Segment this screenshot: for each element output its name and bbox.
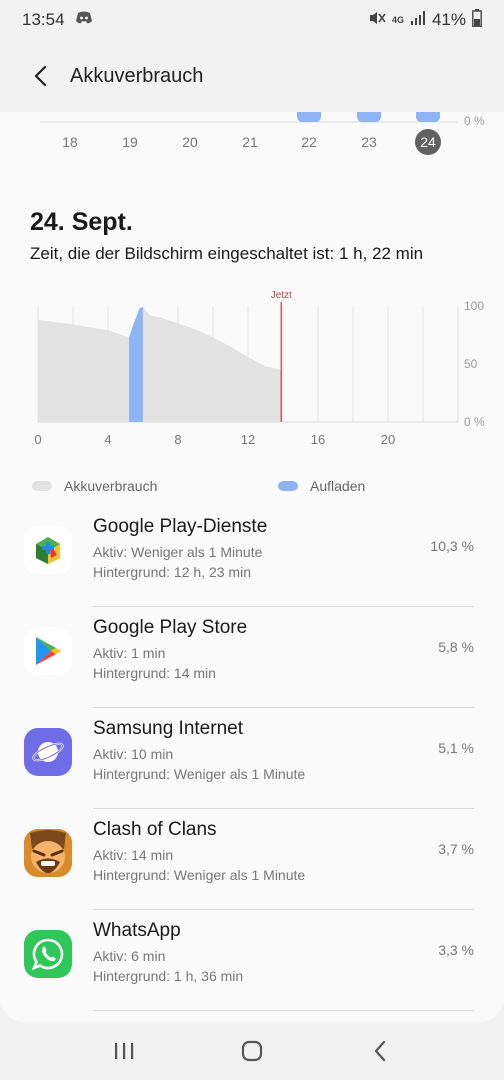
- app-active-time: Aktiv: Weniger als 1 Minute: [93, 544, 263, 560]
- app-row-google-play-store[interactable]: Google Play Store Aktiv: 1 min Hintergru…: [0, 607, 504, 708]
- x-tick-label: 0: [34, 432, 41, 447]
- home-icon: [241, 1040, 263, 1062]
- battery-percent: 41%: [431, 10, 466, 29]
- app-background-time: Hintergrund: 1 h, 36 min: [93, 968, 244, 984]
- back-nav-icon: [374, 1040, 386, 1062]
- day-title: 24. Sept.: [30, 208, 133, 236]
- app-row-clash-of-clans[interactable]: Clash of Clans Aktiv: 14 min Hintergrund…: [0, 809, 504, 910]
- app-active-time: Aktiv: 6 min: [93, 948, 166, 964]
- app-name: Samsung Internet: [93, 718, 243, 739]
- now-marker-label: Jetzt: [271, 290, 292, 301]
- legend-item-charging: Aufladen: [278, 478, 365, 494]
- back-button[interactable]: [28, 64, 52, 88]
- y-tick-label: 0 %: [464, 415, 485, 429]
- app-header: Akkuverbrauch: [0, 40, 504, 112]
- legend-label-charging: Aufladen: [310, 478, 366, 494]
- week-day-22[interactable]: 22: [294, 134, 324, 150]
- samsung-internet-icon: [24, 728, 72, 776]
- x-tick-label: 16: [311, 432, 325, 447]
- week-day-23[interactable]: 23: [354, 134, 384, 150]
- recent-apps-icon: [115, 1043, 134, 1059]
- app-active-time: Aktiv: 1 min: [93, 645, 166, 661]
- battery-usage-area: [38, 307, 282, 422]
- recent-apps-button[interactable]: [99, 1026, 149, 1076]
- app-name: Google Play-Dienste: [93, 516, 268, 537]
- battery-icon: [472, 8, 482, 32]
- chart-legend: Akkuverbrauch Aufladen: [0, 478, 504, 498]
- app-name: WhatsApp: [93, 920, 181, 941]
- app-background-time: Hintergrund: Weniger als 1 Minute: [93, 867, 306, 883]
- app-background-time: Hintergrund: Weniger als 1 Minute: [93, 766, 306, 782]
- page-title: Akkuverbrauch: [70, 64, 204, 87]
- back-nav-button[interactable]: [355, 1026, 405, 1076]
- week-day-20[interactable]: 20: [175, 134, 205, 150]
- week-day-19[interactable]: 19: [115, 134, 145, 150]
- network-type-icon: 4G: [391, 14, 404, 25]
- system-navigation-bar: [0, 1022, 504, 1080]
- app-background-time: Hintergrund: 12 h, 23 min: [93, 564, 251, 580]
- app-background-time: Hintergrund: 14 min: [93, 665, 216, 681]
- signal-icon: [410, 10, 426, 31]
- y-tick-label: 100: [464, 299, 484, 313]
- week-day-24-selected[interactable]: 24: [413, 134, 443, 150]
- legend-swatch-usage: [32, 481, 52, 491]
- x-tick-label: 4: [104, 432, 111, 447]
- legend-item-usage: Akkuverbrauch: [32, 478, 157, 494]
- week-day-18[interactable]: 18: [55, 134, 85, 150]
- app-usage-percent: 10,3 %: [430, 538, 474, 554]
- app-name: Clash of Clans: [93, 819, 217, 840]
- app-usage-percent: 5,1 %: [438, 740, 474, 756]
- screen-time-summary: Zeit, die der Bildschirm eingeschaltet i…: [30, 244, 424, 263]
- battery-usage-chart: Jetzt 0 4 8 12 16 20 100 50 0 %: [34, 290, 485, 447]
- week-axis-zero-label: 0 %: [464, 114, 485, 128]
- x-tick-label: 20: [381, 432, 395, 447]
- app-usage-percent: 3,3 %: [438, 942, 474, 958]
- app-active-time: Aktiv: 14 min: [93, 847, 174, 863]
- app-row-google-play-services[interactable]: Google Play-Dienste Aktiv: Weniger als 1…: [0, 506, 504, 607]
- status-time: 13:54: [22, 10, 65, 29]
- week-bar-24: [416, 112, 440, 122]
- charging-area: [129, 307, 143, 422]
- discord-notification-icon: [75, 10, 93, 30]
- whatsapp-icon: [24, 930, 72, 978]
- google-play-services-icon: [24, 526, 72, 574]
- app-usage-percent: 5,8 %: [438, 639, 474, 655]
- app-usage-list: Google Play-Dienste Aktiv: Weniger als 1…: [0, 506, 504, 1011]
- week-day-21[interactable]: 21: [235, 134, 265, 150]
- chevron-left-icon: [34, 65, 47, 87]
- mute-icon: [368, 10, 386, 31]
- app-row-whatsapp[interactable]: WhatsApp Aktiv: 6 min Hintergrund: 1 h, …: [0, 910, 504, 1011]
- x-tick-label: 12: [241, 432, 255, 447]
- app-row-samsung-internet[interactable]: Samsung Internet Aktiv: 10 min Hintergru…: [0, 708, 504, 809]
- google-play-store-icon: [24, 627, 72, 675]
- clash-of-clans-icon: [24, 829, 72, 877]
- app-active-time: Aktiv: 10 min: [93, 746, 174, 762]
- week-bar-23: [357, 112, 381, 122]
- divider: [93, 1010, 474, 1011]
- week-chart: 18 19 20 21 22 23 24 0 %: [0, 112, 504, 172]
- home-button[interactable]: [227, 1026, 277, 1076]
- legend-swatch-charging: [278, 481, 298, 491]
- y-tick-label: 50: [464, 357, 478, 371]
- week-bar-22: [297, 112, 321, 122]
- app-name: Google Play Store: [93, 617, 248, 638]
- legend-label-usage: Akkuverbrauch: [64, 478, 158, 494]
- x-tick-label: 8: [174, 432, 181, 447]
- status-bar: 13:54 4G 41%: [0, 0, 504, 40]
- main-card: 18 19 20 21 22 23 24 0 % 24. Sept. Zeit,…: [0, 112, 504, 1022]
- app-usage-percent: 3,7 %: [438, 841, 474, 857]
